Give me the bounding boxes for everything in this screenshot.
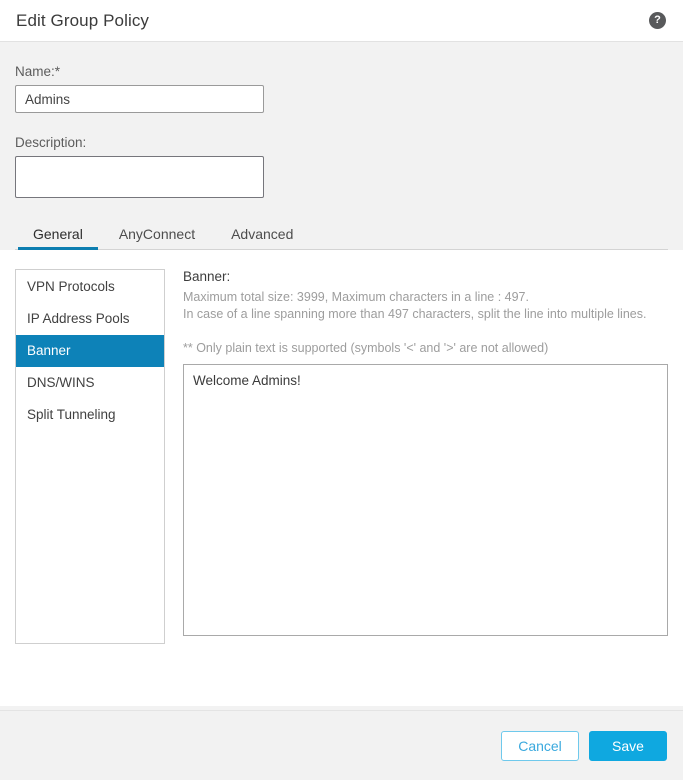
dialog-body: Name:* Description: General AnyConnect A… xyxy=(0,42,683,710)
edit-group-policy-dialog: Edit Group Policy ? Name:* Description: … xyxy=(0,0,683,780)
description-label: Description: xyxy=(15,135,87,150)
cancel-button[interactable]: Cancel xyxy=(501,730,579,761)
name-input[interactable] xyxy=(15,85,264,113)
tab-anyconnect[interactable]: AnyConnect xyxy=(101,226,213,249)
sidebar-item-split-tunneling[interactable]: Split Tunneling xyxy=(16,399,164,431)
dialog-footer: Cancel Save xyxy=(0,710,683,780)
name-label: Name:* xyxy=(15,64,61,79)
save-button[interactable]: Save xyxy=(589,730,667,761)
banner-section-title: Banner: xyxy=(183,269,231,284)
help-circle-icon[interactable]: ? xyxy=(649,12,666,29)
sidebar-item-dns-wins[interactable]: DNS/WINS xyxy=(16,367,164,399)
general-tab-panel: VPN Protocols IP Address Pools Banner DN… xyxy=(0,250,683,706)
sidebar-item-banner[interactable]: Banner xyxy=(16,335,164,367)
banner-hint-line-1: Maximum total size: 3999, Maximum charac… xyxy=(183,290,529,304)
tab-advanced[interactable]: Advanced xyxy=(213,226,311,249)
banner-hint-line-2: In case of a line spanning more than 497… xyxy=(183,307,647,321)
sidebar-item-vpn-protocols[interactable]: VPN Protocols xyxy=(16,271,164,303)
banner-plaintext-note: ** Only plain text is supported (symbols… xyxy=(183,341,549,355)
banner-detail-pane: Banner: Maximum total size: 3999, Maximu… xyxy=(165,269,668,636)
sidebar-item-ip-address-pools[interactable]: IP Address Pools xyxy=(16,303,164,335)
tab-general[interactable]: General xyxy=(15,226,101,250)
tab-bar: General AnyConnect Advanced xyxy=(15,220,668,250)
settings-category-list: VPN Protocols IP Address Pools Banner DN… xyxy=(15,269,165,644)
dialog-header: Edit Group Policy ? xyxy=(0,0,683,42)
banner-textarea[interactable]: Welcome Admins! xyxy=(183,364,668,636)
page-title: Edit Group Policy xyxy=(16,10,150,30)
description-input[interactable] xyxy=(15,156,264,198)
